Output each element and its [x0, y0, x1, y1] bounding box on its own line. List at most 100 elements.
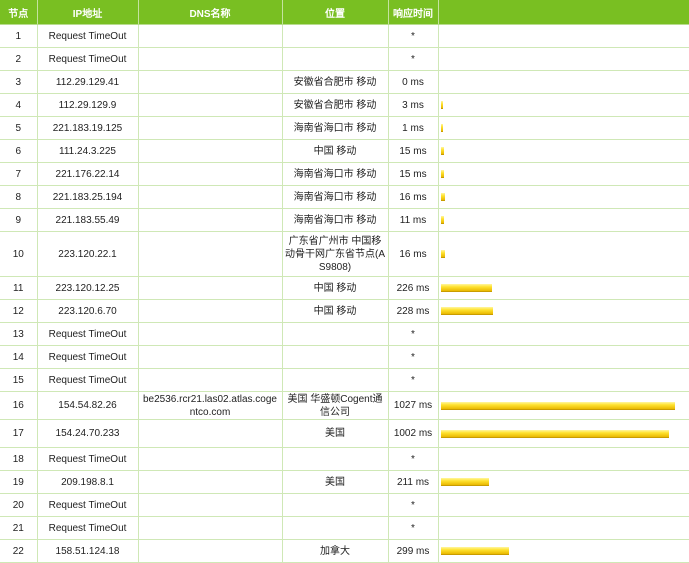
dns-cell: [138, 447, 283, 471]
latency-bar-cell: [438, 447, 689, 471]
hop-cell: 13: [0, 322, 38, 346]
location-cell: [282, 368, 389, 392]
dns-cell: [138, 419, 283, 448]
table-row: 21 Request TimeOut *: [0, 516, 689, 540]
latency-bar-cell: [438, 208, 689, 232]
location-cell: 海南省海口市 移动: [282, 185, 389, 209]
ip-cell: 221.183.25.194: [37, 185, 139, 209]
location-cell: 中国 移动: [282, 276, 389, 300]
table-row: 13 Request TimeOut *: [0, 322, 689, 346]
location-cell: 海南省海口市 移动: [282, 116, 389, 140]
header-location: 位置: [282, 0, 389, 25]
time-cell: 226 ms: [388, 276, 439, 300]
ip-cell: 112.29.129.9: [37, 93, 139, 117]
latency-bar-cell: [438, 516, 689, 540]
hop-cell: 1: [0, 24, 38, 48]
hop-cell: 21: [0, 516, 38, 540]
latency-bar-cell: [438, 139, 689, 163]
location-cell: 海南省海口市 移动: [282, 162, 389, 186]
hop-cell: 15: [0, 368, 38, 392]
ip-cell: 158.51.124.18: [37, 539, 139, 563]
header-dns: DNS名称: [138, 0, 283, 25]
hop-cell: 18: [0, 447, 38, 471]
location-cell: 美国: [282, 470, 389, 494]
hop-cell: 19: [0, 470, 38, 494]
time-cell: *: [388, 447, 439, 471]
latency-bar: [440, 170, 444, 178]
table-row: 17 154.24.70.233 美国 1002 ms: [0, 419, 689, 448]
latency-bar: [440, 147, 444, 155]
latency-bar: [440, 124, 443, 132]
time-cell: 15 ms: [388, 162, 439, 186]
hop-cell: 7: [0, 162, 38, 186]
time-cell: *: [388, 24, 439, 48]
dns-cell: [138, 185, 283, 209]
hop-cell: 11: [0, 276, 38, 300]
latency-bar-cell: [438, 93, 689, 117]
table-row: 19 209.198.8.1 美国 211 ms: [0, 470, 689, 494]
latency-bar-cell: [438, 47, 689, 71]
hop-cell: 10: [0, 231, 38, 277]
table-row: 3 112.29.129.41 安徽省合肥市 移动 0 ms: [0, 70, 689, 94]
latency-bar: [440, 478, 489, 486]
ip-cell: 112.29.129.41: [37, 70, 139, 94]
location-cell: 美国 华盛顿Cogent通信公司: [282, 391, 389, 420]
ip-cell: Request TimeOut: [37, 493, 139, 517]
dns-cell: [138, 516, 283, 540]
latency-bar: [440, 547, 509, 555]
time-cell: 299 ms: [388, 539, 439, 563]
latency-bar-cell: [438, 470, 689, 494]
dns-cell: [138, 368, 283, 392]
dns-cell: [138, 299, 283, 323]
traceroute-rows: 1 Request TimeOut * 2 Request TimeOut * 3 112.2…: [0, 24, 689, 563]
latency-bar-cell: [438, 162, 689, 186]
latency-bar: [440, 101, 443, 109]
latency-bar-cell: [438, 70, 689, 94]
table-row: 11 223.120.12.25 中国 移动 226 ms: [0, 276, 689, 300]
dns-cell: [138, 231, 283, 277]
dns-cell: [138, 139, 283, 163]
header-hop: 节点: [0, 0, 38, 25]
table-row: 20 Request TimeOut *: [0, 493, 689, 517]
table-row: 5 221.183.19.125 海南省海口市 移动 1 ms: [0, 116, 689, 140]
table-row: 9 221.183.55.49 海南省海口市 移动 11 ms: [0, 208, 689, 232]
latency-bar-cell: [438, 322, 689, 346]
ip-cell: Request TimeOut: [37, 368, 139, 392]
dns-cell: [138, 70, 283, 94]
header-time: 响应时间: [388, 0, 439, 25]
location-cell: [282, 493, 389, 517]
time-cell: *: [388, 47, 439, 71]
location-cell: 安徽省合肥市 移动: [282, 93, 389, 117]
location-cell: 加拿大: [282, 539, 389, 563]
ip-cell: Request TimeOut: [37, 345, 139, 369]
table-row: 14 Request TimeOut *: [0, 345, 689, 369]
dns-cell: [138, 539, 283, 563]
location-cell: [282, 322, 389, 346]
dns-cell: [138, 276, 283, 300]
location-cell: [282, 24, 389, 48]
hop-cell: 22: [0, 539, 38, 563]
table-row: 6 111.24.3.225 中国 移动 15 ms: [0, 139, 689, 163]
hop-cell: 8: [0, 185, 38, 209]
dns-cell: [138, 116, 283, 140]
location-cell: 安徽省合肥市 移动: [282, 70, 389, 94]
hop-cell: 14: [0, 345, 38, 369]
location-cell: 广东省广州市 中国移动骨干网广东省节点(AS9808): [282, 231, 389, 277]
table-row: 2 Request TimeOut *: [0, 47, 689, 71]
hop-cell: 17: [0, 419, 38, 448]
dns-cell: be2536.rcr21.las02.atlas.cogentco.com: [138, 391, 283, 420]
dns-cell: [138, 470, 283, 494]
time-cell: *: [388, 368, 439, 392]
time-cell: 15 ms: [388, 139, 439, 163]
location-cell: 中国 移动: [282, 139, 389, 163]
time-cell: *: [388, 493, 439, 517]
table-header-row: 节点 IP地址 DNS名称 位置 响应时间: [0, 0, 689, 25]
hop-cell: 12: [0, 299, 38, 323]
location-cell: [282, 447, 389, 471]
ip-cell: Request TimeOut: [37, 47, 139, 71]
time-cell: 1002 ms: [388, 419, 439, 448]
hop-cell: 3: [0, 70, 38, 94]
ip-cell: Request TimeOut: [37, 516, 139, 540]
location-cell: [282, 516, 389, 540]
time-cell: 0 ms: [388, 70, 439, 94]
